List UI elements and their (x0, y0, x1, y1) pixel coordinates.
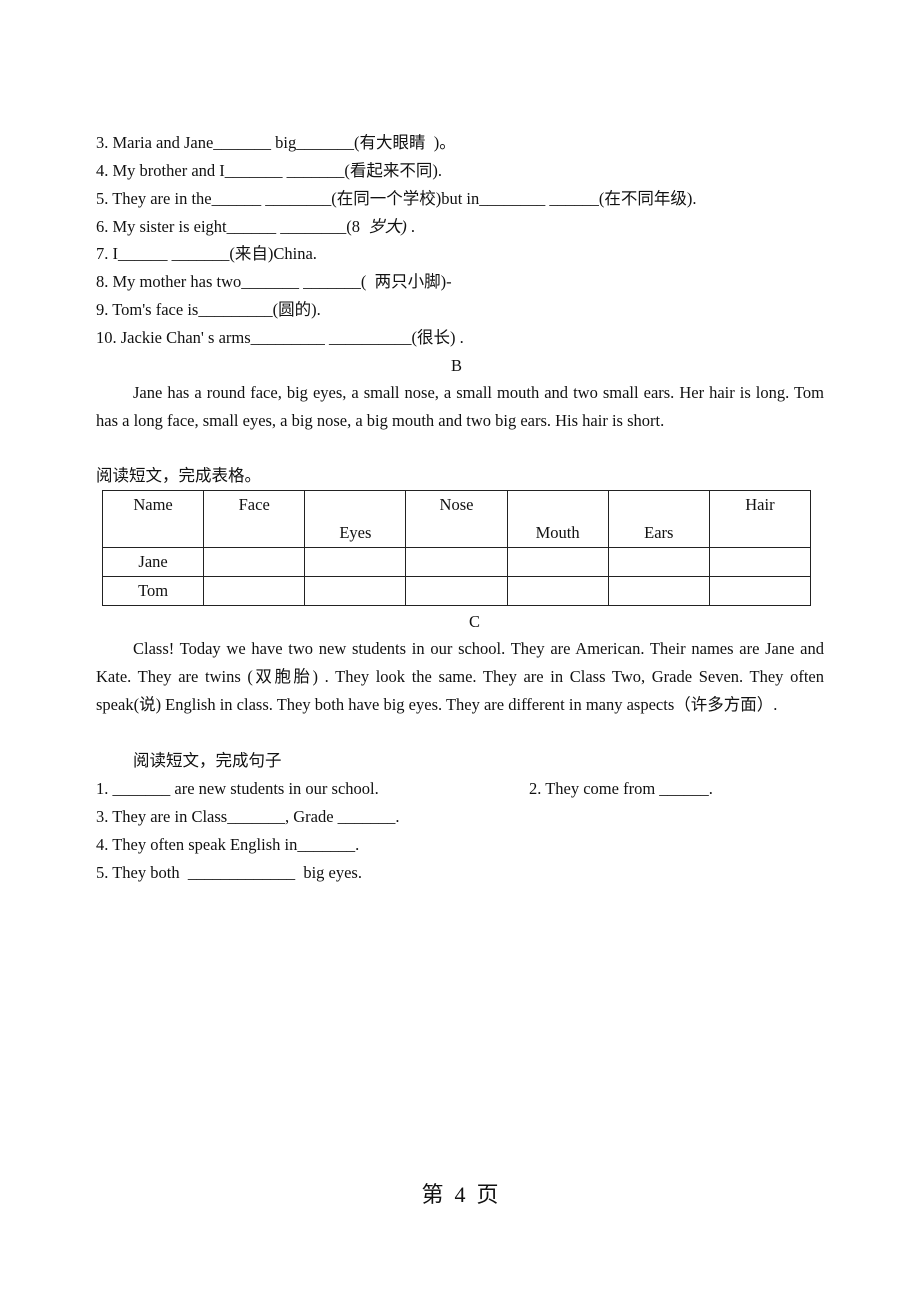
exercise-item: 8. My mother has two_______ _______( 两只小… (96, 272, 452, 291)
exercise-hint-italic: 岁大) (368, 217, 407, 236)
table-cell (203, 547, 306, 577)
section-c-passage: Class! Today we have two new students in… (96, 635, 824, 719)
table-cell-name: Tom (101, 576, 205, 606)
question-item: 5. They both _____________ big eyes. (96, 863, 362, 882)
exercise-item: 9. Tom's face is_________(圆的). (96, 300, 321, 319)
question-item: 2. They come from ______. (529, 779, 713, 798)
exercise-item: 7. I______ _______(来自)China. (96, 244, 317, 263)
exercise-item: 6. My sister is eight______ ________(8 岁… (96, 217, 415, 237)
table-cell (405, 576, 508, 606)
question-item: 3. They are in Class_______, Grade _____… (96, 807, 400, 826)
table-cell (506, 547, 609, 577)
passage-text: Jane has a round face, big eyes, a small… (96, 383, 824, 430)
table-cell (304, 547, 407, 577)
section-b-heading: B (451, 356, 463, 375)
exercise-item: 4. My brother and I_______ _______(看起来不同… (96, 161, 443, 180)
exercise-item: 3. Maria and Jane_______ big_______(有大眼睛… (96, 133, 456, 152)
question-item: 1. _______ are new students in our schoo… (96, 779, 379, 798)
table-cell-name: Jane (101, 547, 205, 577)
table-cell (405, 547, 508, 577)
exercise-item: 10. Jackie Chan' s arms_________ _______… (96, 328, 464, 347)
table-cell (607, 547, 710, 577)
header-cell: Mouth (506, 490, 609, 548)
table-cell (506, 576, 609, 606)
table-cell (607, 576, 710, 606)
exercise-tail: . (406, 217, 415, 236)
table-cell (708, 547, 812, 577)
section-b-passage: Jane has a round face, big eyes, a small… (96, 379, 824, 435)
question-item: 4. They often speak English in_______. (96, 835, 360, 854)
header-cell: Hair (708, 490, 812, 548)
table-cell (203, 576, 306, 606)
passage-text: Class! Today we have two new students in… (96, 639, 824, 714)
table-row: Tom (101, 576, 812, 606)
table-header-row: Name Face Eyes Nose Mouth Ears Hair (101, 490, 812, 548)
section-b-instruction: 阅读短文，完成表格。 (96, 466, 261, 485)
header-cell: Face (203, 490, 306, 548)
features-table: Name Face Eyes Nose Mouth Ears Hair Jane… (101, 490, 812, 606)
header-cell: Eyes (304, 490, 407, 548)
header-cell: Nose (405, 490, 508, 548)
table-row: Jane (101, 547, 812, 577)
header-cell: Ears (607, 490, 710, 548)
page-number: 第 4 页 (421, 1182, 499, 1207)
section-c-instruction: 阅读短文，完成句子 (133, 751, 282, 770)
table-cell (708, 576, 812, 606)
exercise-text: 6. My sister is eight______ ________(8 (96, 217, 369, 236)
section-c-heading: C (469, 612, 481, 631)
exercise-item: 5. They are in the______ ________(在同一个学校… (96, 189, 697, 208)
header-cell: Name (101, 490, 205, 548)
table-cell (304, 576, 407, 606)
